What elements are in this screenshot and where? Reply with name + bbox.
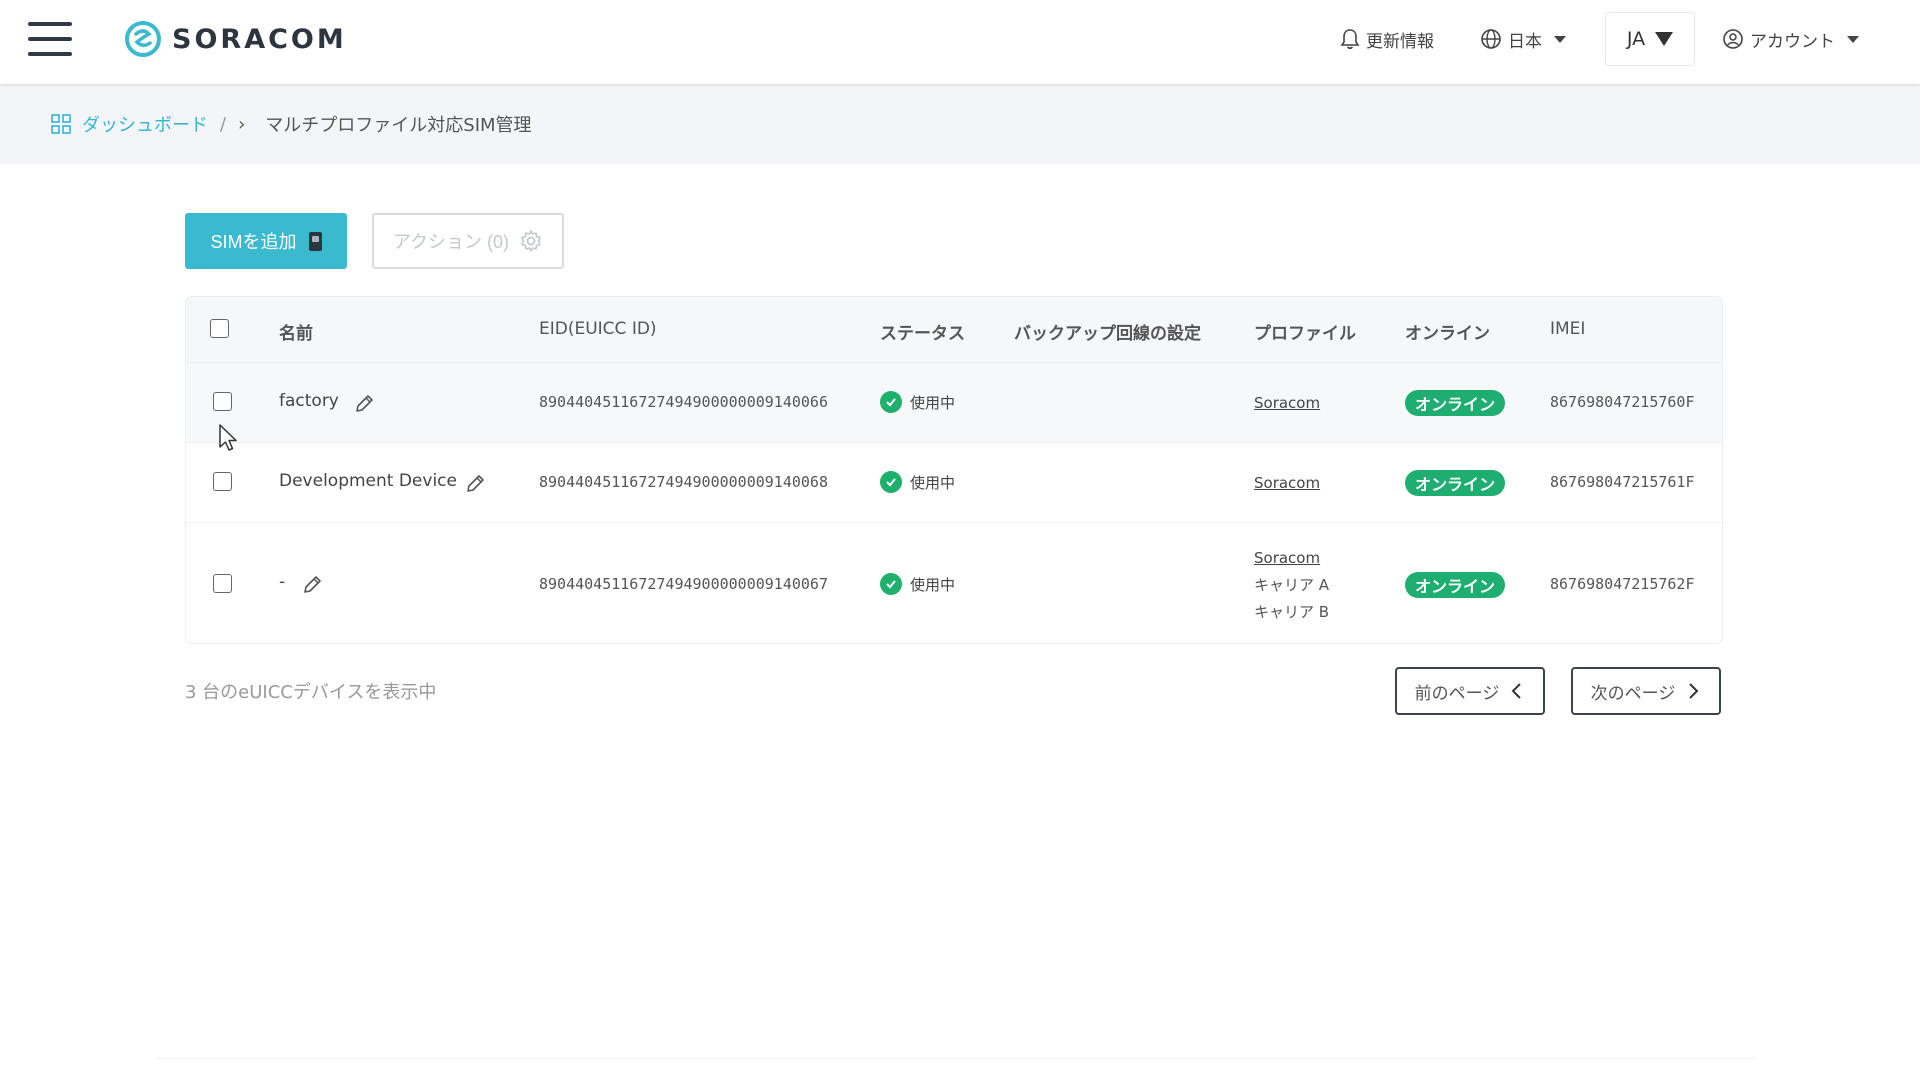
status-label: 使用中 — [910, 473, 956, 492]
top-header: SORACOM 更新情報 日本 JA アカウント — [0, 0, 1920, 84]
profile-list: Soracom — [1254, 473, 1320, 493]
table-row[interactable]: factory 89044045116727494900000009140066… — [186, 363, 1722, 443]
language-label: JA — [1626, 28, 1646, 50]
profile-link[interactable]: Soracom — [1254, 545, 1329, 572]
device-name: factory — [279, 391, 339, 411]
status-badge: 使用中 — [880, 391, 955, 413]
region-select[interactable]: 日本 — [1480, 24, 1566, 54]
menu-icon[interactable] — [28, 22, 72, 56]
soracom-logo[interactable]: SORACOM — [124, 19, 347, 59]
chevron-down-icon — [1655, 32, 1674, 46]
prev-page-label: 前のページ — [1414, 683, 1500, 703]
action-label: アクション (0) — [392, 232, 510, 252]
globe-icon — [1481, 29, 1501, 49]
imei-value: 867698047215760F — [1550, 393, 1695, 411]
device-count-text: 3 台のeUICCデバイスを表示中 — [185, 682, 437, 703]
breadcrumb-home-link[interactable]: ダッシュボード — [82, 111, 208, 137]
device-name: Development Device — [279, 471, 457, 491]
breadcrumb-bar: ダッシュボード / › マルチプロファイル対応SIM管理 — [0, 84, 1920, 164]
imei-value: 867698047215761F — [1550, 473, 1695, 491]
profile-item: キャリア B — [1254, 603, 1330, 621]
add-sim-label: SIMを追加 — [210, 232, 297, 252]
column-header-profile[interactable]: プロファイル — [1254, 319, 1356, 344]
status-badge: 使用中 — [880, 573, 955, 595]
device-name: - — [279, 572, 286, 592]
region-label: 日本 — [1508, 31, 1542, 52]
logo-text: SORACOM — [172, 23, 347, 55]
table-row[interactable]: Development Device 890440451167274949000… — [186, 443, 1722, 523]
select-all-checkbox[interactable] — [210, 319, 229, 338]
divider — [155, 1058, 1755, 1059]
status-label: 使用中 — [910, 393, 956, 412]
column-header-eid[interactable]: EID(EUICC ID) — [539, 319, 657, 339]
profile-list: Soracom — [1254, 393, 1320, 413]
news-label: 更新情報 — [1366, 31, 1434, 52]
action-button[interactable]: アクション (0) — [372, 213, 564, 269]
chevron-left-icon — [1511, 683, 1522, 699]
online-badge: オンライン — [1405, 390, 1505, 416]
chevron-down-icon — [1554, 35, 1566, 43]
pencil-icon[interactable] — [464, 473, 486, 495]
gear-icon — [521, 230, 541, 252]
column-header-backup[interactable]: バックアップ回線の設定 — [1014, 319, 1201, 344]
next-page-button[interactable]: 次のページ — [1571, 667, 1721, 715]
bell-icon — [1340, 29, 1360, 50]
eid-value: 89044045116727494900000009140067 — [539, 575, 828, 593]
column-header-imei[interactable]: IMEI — [1550, 319, 1585, 339]
pencil-icon[interactable] — [353, 393, 375, 415]
column-header-status[interactable]: ステータス — [880, 319, 965, 344]
row-checkbox[interactable] — [213, 574, 232, 593]
row-checkbox[interactable] — [213, 392, 232, 411]
mouse-cursor-icon — [219, 424, 237, 451]
check-circle-icon — [880, 391, 902, 413]
online-badge: オンライン — [1405, 470, 1505, 496]
row-checkbox[interactable] — [213, 472, 232, 491]
eid-value: 89044045116727494900000009140068 — [539, 473, 828, 491]
column-header-online[interactable]: オンライン — [1405, 319, 1490, 344]
chevron-down-icon — [1847, 35, 1859, 43]
status-label: 使用中 — [910, 575, 956, 594]
online-badge: オンライン — [1405, 572, 1505, 598]
column-header-name[interactable]: 名前 — [279, 319, 313, 344]
profile-link[interactable]: Soracom — [1254, 394, 1320, 412]
profile-list: Soracom キャリア A キャリア B — [1254, 545, 1329, 626]
add-sim-button[interactable]: SIMを追加 — [185, 213, 347, 269]
language-select[interactable]: JA — [1605, 12, 1695, 66]
sim-card-icon — [308, 231, 322, 251]
prev-page-button[interactable]: 前のページ — [1395, 667, 1545, 715]
profile-item: キャリア A — [1254, 576, 1330, 594]
status-badge: 使用中 — [880, 471, 955, 493]
user-circle-icon — [1723, 29, 1743, 49]
table-header: 名前 EID(EUICC ID) ステータス バックアップ回線の設定 プロファイ… — [186, 297, 1722, 363]
news-button[interactable]: 更新情報 — [1340, 24, 1434, 54]
euicc-table: 名前 EID(EUICC ID) ステータス バックアップ回線の設定 プロファイ… — [185, 296, 1723, 644]
check-circle-icon — [880, 471, 902, 493]
breadcrumb-separator: / — [220, 113, 227, 135]
soracom-logo-icon — [125, 21, 161, 57]
breadcrumb-current: マルチプロファイル対応SIM管理 — [265, 115, 532, 136]
eid-value: 89044045116727494900000009140066 — [539, 393, 828, 411]
profile-link[interactable]: Soracom — [1254, 474, 1320, 492]
breadcrumb: ダッシュボード / › マルチプロファイル対応SIM管理 — [50, 111, 532, 137]
dashboard-icon[interactable] — [50, 113, 72, 135]
imei-value: 867698047215762F — [1550, 575, 1695, 593]
account-menu[interactable]: アカウント — [1722, 24, 1859, 54]
chevron-right-icon — [1689, 683, 1699, 699]
pencil-icon[interactable] — [301, 574, 323, 596]
next-page-label: 次のページ — [1590, 683, 1676, 703]
check-circle-icon — [880, 573, 902, 595]
table-row[interactable]: - 89044045116727494900000009140067 使用中 S… — [186, 523, 1722, 643]
account-label: アカウント — [1750, 31, 1835, 52]
chevron-right-icon: › — [238, 113, 246, 135]
